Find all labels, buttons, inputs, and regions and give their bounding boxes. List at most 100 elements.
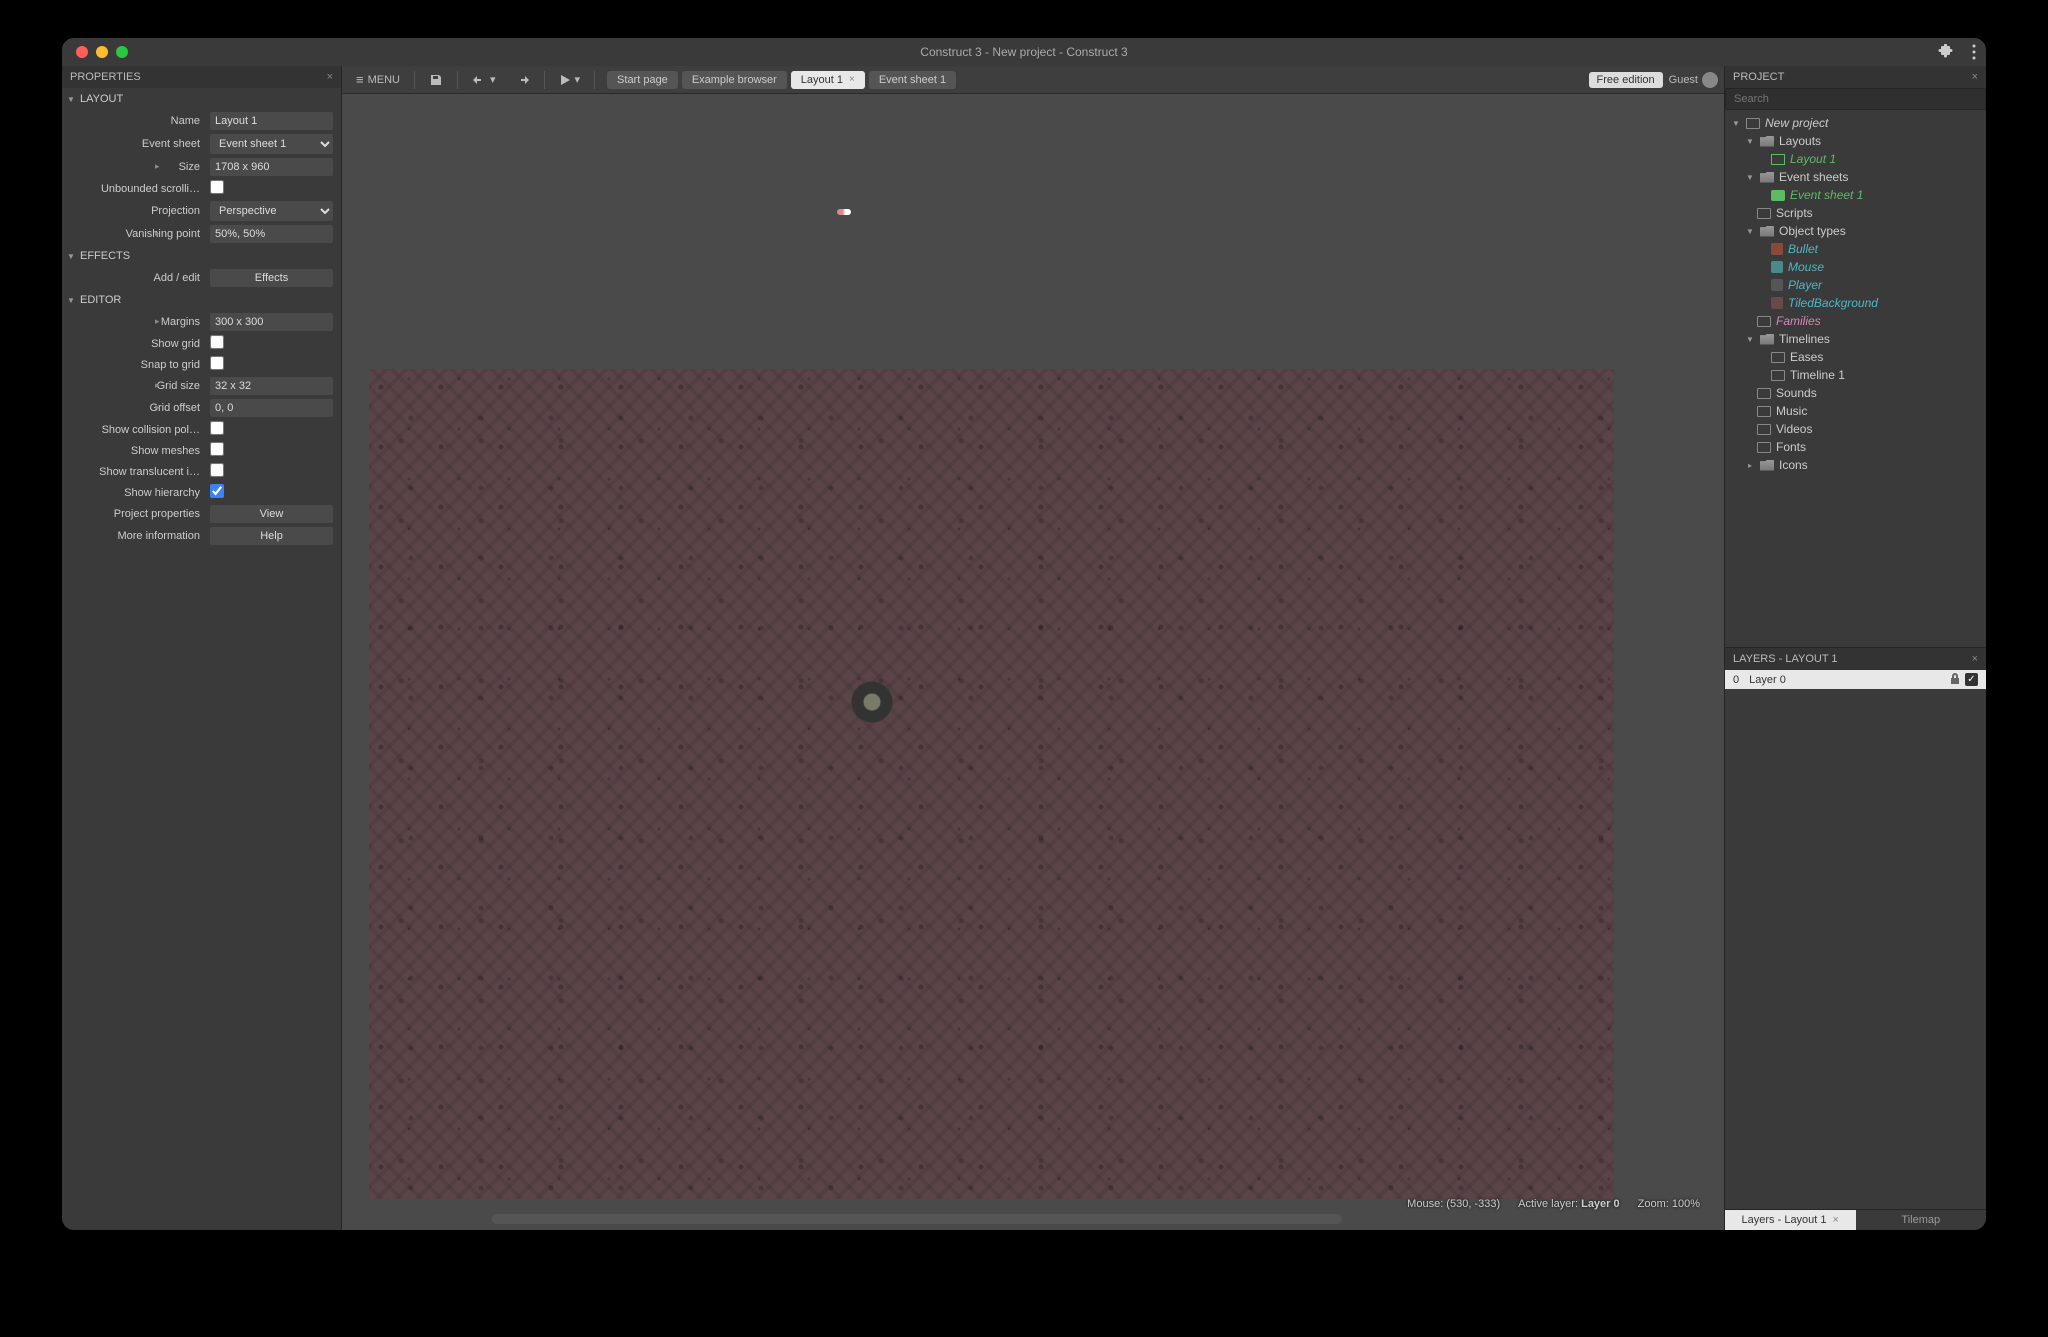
tree-event-sheet-1[interactable]: Event sheet 1 bbox=[1725, 186, 1986, 204]
tree-tiledbackground[interactable]: TiledBackground bbox=[1725, 294, 1986, 312]
tree-scripts[interactable]: Scripts bbox=[1725, 204, 1986, 222]
tree-bullet[interactable]: Bullet bbox=[1725, 240, 1986, 258]
tab-start-page[interactable]: Start page bbox=[607, 71, 678, 89]
tree-layouts[interactable]: ▼Layouts bbox=[1725, 132, 1986, 150]
close-icon[interactable]: × bbox=[1972, 653, 1978, 665]
size-input[interactable] bbox=[210, 158, 333, 176]
view-button[interactable]: View bbox=[210, 505, 333, 523]
effects-button[interactable]: Effects bbox=[210, 269, 333, 287]
tree-eases[interactable]: Eases bbox=[1725, 348, 1986, 366]
avatar-icon bbox=[1702, 72, 1718, 88]
layers-panel-title: LAYERS - LAYOUT 1 bbox=[1733, 653, 1838, 665]
tree-timeline-1[interactable]: Timeline 1 bbox=[1725, 366, 1986, 384]
show-translucent-checkbox[interactable] bbox=[210, 463, 224, 477]
editor-section[interactable]: EDITOR bbox=[62, 289, 341, 311]
event-sheet-select[interactable]: Event sheet 1 bbox=[210, 134, 333, 154]
prop-label: Add / edit bbox=[70, 272, 210, 284]
tree-timelines[interactable]: ▼Timelines bbox=[1725, 330, 1986, 348]
tree-music[interactable]: Music bbox=[1725, 402, 1986, 420]
player-sprite[interactable] bbox=[842, 674, 902, 744]
kebab-menu-icon[interactable] bbox=[1972, 44, 1976, 60]
tree-fonts[interactable]: Fonts bbox=[1725, 438, 1986, 456]
tree-object-types[interactable]: ▼Object types bbox=[1725, 222, 1986, 240]
tab-tilemap[interactable]: Tilemap bbox=[1856, 1210, 1987, 1230]
menu-button[interactable]: ≡ MENU bbox=[348, 68, 408, 91]
properties-panel-title: PROPERTIES bbox=[70, 71, 141, 83]
layer-row[interactable]: 0 Layer 0 ✓ bbox=[1725, 670, 1986, 689]
layout-canvas[interactable]: Mouse: (530, -333) Active layer: Layer 0… bbox=[342, 94, 1724, 1230]
margins-input[interactable] bbox=[210, 313, 333, 331]
name-input[interactable] bbox=[210, 112, 333, 130]
lock-icon[interactable] bbox=[1949, 673, 1961, 686]
tab-layers[interactable]: Layers - Layout 1× bbox=[1725, 1210, 1856, 1230]
properties-panel: PROPERTIES × LAYOUT Name Event sheetEven… bbox=[62, 66, 342, 1230]
vanishing-input[interactable] bbox=[210, 225, 333, 243]
layout-section[interactable]: LAYOUT bbox=[62, 88, 341, 110]
prop-label: Size bbox=[70, 161, 210, 173]
close-tab-icon[interactable]: × bbox=[1833, 1214, 1839, 1226]
guest-user[interactable]: Guest bbox=[1669, 72, 1718, 88]
grid-offset-input[interactable] bbox=[210, 399, 333, 417]
window-title: Construct 3 - New project - Construct 3 bbox=[920, 45, 1127, 59]
show-grid-checkbox[interactable] bbox=[210, 335, 224, 349]
show-collision-checkbox[interactable] bbox=[210, 421, 224, 435]
bullet-sprite[interactable] bbox=[837, 209, 851, 215]
show-hierarchy-checkbox[interactable] bbox=[210, 484, 224, 498]
free-edition-badge[interactable]: Free edition bbox=[1589, 72, 1663, 88]
close-icon[interactable]: × bbox=[1972, 71, 1978, 83]
close-icon[interactable]: × bbox=[327, 71, 333, 83]
prop-label: Project properties bbox=[70, 508, 210, 520]
layout-icon bbox=[1771, 154, 1785, 165]
main-toolbar: ≡ MENU ▾ ▾ Start page Example browser La… bbox=[342, 66, 1724, 94]
tab-event-sheet-1[interactable]: Event sheet 1 bbox=[869, 71, 956, 89]
snap-grid-checkbox[interactable] bbox=[210, 356, 224, 370]
prop-label: Projection bbox=[70, 205, 210, 217]
object-icon bbox=[1771, 243, 1783, 255]
tree-videos[interactable]: Videos bbox=[1725, 420, 1986, 438]
help-button[interactable]: Help bbox=[210, 527, 333, 545]
show-meshes-checkbox[interactable] bbox=[210, 442, 224, 456]
tree-mouse[interactable]: Mouse bbox=[1725, 258, 1986, 276]
unbounded-checkbox[interactable] bbox=[210, 180, 224, 194]
horizontal-scrollbar[interactable] bbox=[492, 1214, 1342, 1224]
search-input[interactable] bbox=[1725, 88, 1986, 110]
tree-sounds[interactable]: Sounds bbox=[1725, 384, 1986, 402]
tree-root[interactable]: ▼New project bbox=[1725, 114, 1986, 132]
prop-label: Show grid bbox=[70, 338, 210, 350]
grid-size-input[interactable] bbox=[210, 377, 333, 395]
layer-name: Layer 0 bbox=[1749, 674, 1786, 686]
tree-layout-1[interactable]: Layout 1 bbox=[1725, 150, 1986, 168]
play-button[interactable]: ▾ bbox=[551, 69, 589, 90]
tiled-background[interactable] bbox=[369, 369, 1614, 1199]
visibility-checkbox[interactable]: ✓ bbox=[1965, 673, 1978, 686]
object-icon bbox=[1771, 297, 1783, 309]
tree-icons[interactable]: ▸Icons bbox=[1725, 456, 1986, 474]
tree-player[interactable]: Player bbox=[1725, 276, 1986, 294]
prop-label: Name bbox=[70, 115, 210, 127]
maximize-window-icon[interactable] bbox=[116, 46, 128, 58]
tree-families[interactable]: Families bbox=[1725, 312, 1986, 330]
effects-section[interactable]: EFFECTS bbox=[62, 245, 341, 267]
prop-label: Margins bbox=[70, 316, 210, 328]
titlebar: Construct 3 - New project - Construct 3 bbox=[62, 38, 1986, 66]
undo-button[interactable]: ▾ bbox=[464, 69, 504, 91]
object-icon bbox=[1771, 279, 1783, 291]
mouse-coords: Mouse: (530, -333) bbox=[1407, 1198, 1500, 1210]
tab-example-browser[interactable]: Example browser bbox=[682, 71, 787, 89]
prop-label: Show hierarchy bbox=[70, 487, 210, 499]
prop-label: More information bbox=[70, 530, 210, 542]
prop-label: Grid size bbox=[70, 380, 210, 392]
tree-event-sheets[interactable]: ▼Event sheets bbox=[1725, 168, 1986, 186]
minimize-window-icon[interactable] bbox=[96, 46, 108, 58]
prop-label: Show meshes bbox=[70, 445, 210, 457]
redo-button[interactable] bbox=[508, 69, 538, 91]
prop-label: Show collision pol… bbox=[70, 424, 210, 436]
close-window-icon[interactable] bbox=[76, 46, 88, 58]
close-tab-icon[interactable]: × bbox=[849, 74, 855, 85]
extension-icon[interactable] bbox=[1938, 44, 1954, 60]
save-button[interactable] bbox=[421, 69, 451, 91]
project-tree: ▼New project ▼Layouts Layout 1 ▼Event sh… bbox=[1725, 110, 1986, 647]
projection-select[interactable]: Perspective bbox=[210, 201, 333, 221]
event-sheet-icon bbox=[1771, 190, 1785, 201]
tab-layout-1[interactable]: Layout 1× bbox=[791, 71, 865, 89]
